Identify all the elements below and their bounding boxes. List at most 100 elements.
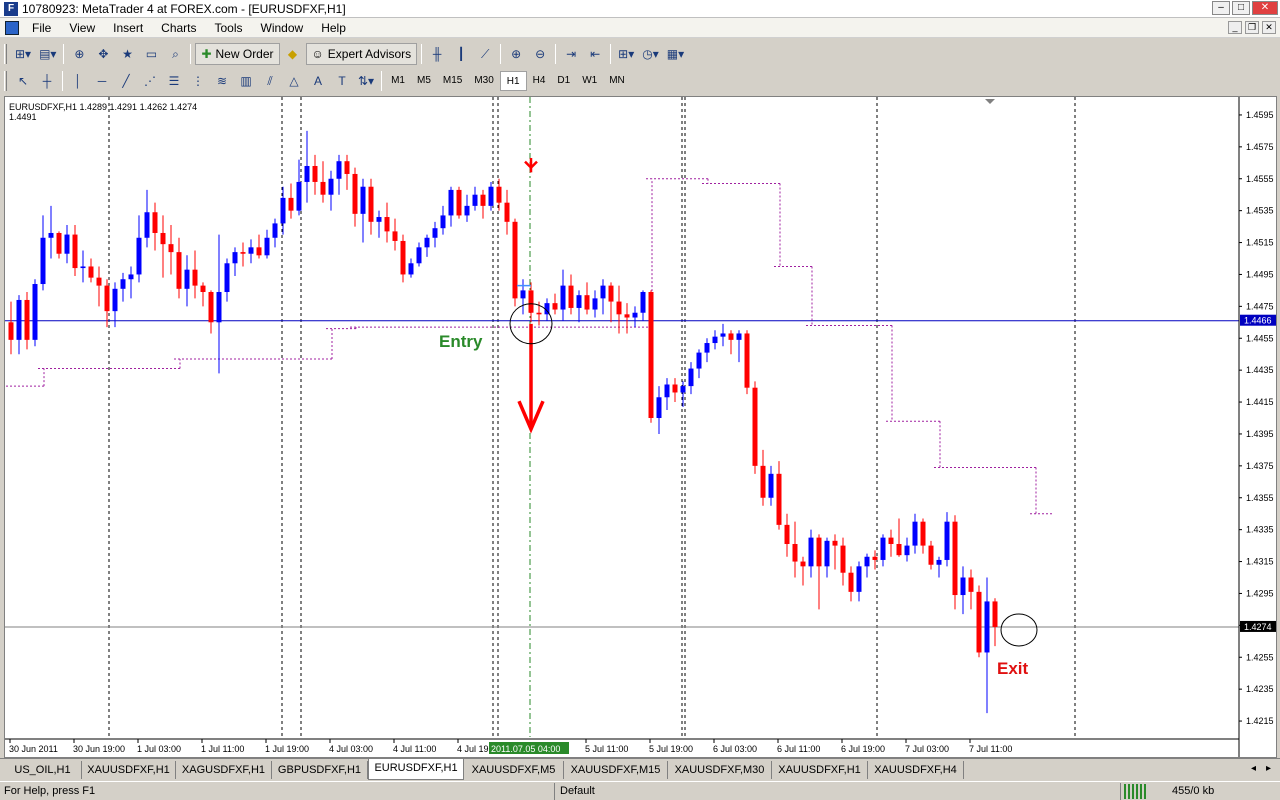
menu-tools[interactable]: Tools <box>206 21 252 35</box>
mdi-minimize-button[interactable]: _ <box>1228 21 1242 34</box>
shapes-icon[interactable]: △ <box>283 70 305 92</box>
crosshair-icon[interactable]: ┼ <box>36 70 58 92</box>
menu-help[interactable]: Help <box>312 21 355 35</box>
candle-body <box>520 290 526 299</box>
fibonacci-retracement-icon[interactable]: ☰ <box>163 70 185 92</box>
maximize-button[interactable]: □ <box>1232 1 1250 15</box>
chart-shift-icon[interactable]: ⇤ <box>584 43 606 65</box>
candle-body <box>744 333 750 388</box>
tab-xauusdfxf-h1[interactable]: XAUUSDFXF,H1 <box>82 761 176 779</box>
tab-eurusdfxf-h1[interactable]: EURUSDFXF,H1 <box>368 759 464 780</box>
fibonacci-fan-icon[interactable]: ⋮ <box>187 70 209 92</box>
text-label-icon[interactable]: T <box>331 70 353 92</box>
metaeditor-icon[interactable]: ◆ <box>282 43 304 65</box>
timeframe-d1-button[interactable]: D1 <box>551 71 576 91</box>
candle-body <box>376 217 382 222</box>
periods-icon[interactable]: ◷▾ <box>639 43 662 65</box>
tab-scroll-right-icon[interactable]: ▸ <box>1266 763 1271 774</box>
navigator-icon[interactable]: ★ <box>116 43 138 65</box>
tab-xauusdfxf-m5[interactable]: XAUUSDFXF,M5 <box>464 761 564 779</box>
new-order-button[interactable]: ✚ New Order <box>195 43 280 65</box>
market-watch-icon[interactable]: ⊕ <box>68 43 90 65</box>
candle-body <box>176 252 182 289</box>
auto-scroll-icon[interactable]: ⇥ <box>560 43 582 65</box>
tab-xauusdfxf-h1-2[interactable]: XAUUSDFXF,H1 <box>772 761 868 779</box>
templates-icon[interactable]: ▦▾ <box>664 43 687 65</box>
candle-body <box>512 221 518 299</box>
bar-chart-icon[interactable]: ╫ <box>426 43 448 65</box>
candle-body <box>344 161 350 174</box>
channel-icon[interactable]: ⫽ <box>259 70 281 92</box>
menu-insert[interactable]: Insert <box>104 21 152 35</box>
candle-body <box>680 386 686 393</box>
tab-xagusdfxf-h1[interactable]: XAGUSDFXF,H1 <box>176 761 272 779</box>
minimize-button[interactable]: – <box>1212 1 1230 15</box>
mdi-restore-button[interactable]: ❐ <box>1245 21 1259 34</box>
tab-xauusdfxf-m30[interactable]: XAUUSDFXF,M30 <box>668 761 772 779</box>
new-chart-icon[interactable]: ⊞▾ <box>12 43 34 65</box>
candle-body <box>736 333 742 340</box>
terminal-icon[interactable]: ▭ <box>140 43 162 65</box>
time-tick-label: 4 Jul 03:00 <box>329 744 373 754</box>
timeframe-h4-button[interactable]: H4 <box>527 71 552 91</box>
fibonacci-arcs-icon[interactable]: ≋ <box>211 70 233 92</box>
indicators-icon[interactable]: ⊞▾ <box>615 43 637 65</box>
candle-body <box>72 234 78 269</box>
timeframe-w1-button[interactable]: W1 <box>576 71 603 91</box>
candle-body <box>336 161 342 179</box>
candlestick-chart[interactable]: Entry Exit EURUSDFXF,H1 1.4289 1.4291 1.42… <box>5 97 1276 757</box>
tab-scroll-left-icon[interactable]: ◂ <box>1251 763 1256 774</box>
horizontal-line-icon[interactable]: ─ <box>91 70 113 92</box>
tab-gbpusdfxf-h1[interactable]: GBPUSDFXF,H1 <box>272 761 368 779</box>
toolbar-separator <box>190 44 192 64</box>
candle-body <box>184 269 190 289</box>
candle-body <box>368 186 374 222</box>
candle-body <box>312 165 318 182</box>
trendline-icon[interactable]: ╱ <box>115 70 137 92</box>
chart-window[interactable]: Entry Exit EURUSDFXF,H1 1.4289 1.4291 1.42… <box>4 96 1277 758</box>
tab-xauusdfxf-h4[interactable]: XAUUSDFXF,H4 <box>868 761 964 779</box>
text-icon[interactable]: A <box>307 70 329 92</box>
timeframe-h1-button[interactable]: H1 <box>499 71 527 91</box>
menu-window[interactable]: Window <box>252 21 313 35</box>
menu-file[interactable]: File <box>23 21 60 35</box>
time-tick-label: 30 Jun 2011 <box>9 744 58 754</box>
menu-charts[interactable]: Charts <box>152 21 205 35</box>
candlesticks-icon[interactable]: ┃ <box>450 43 472 65</box>
candle-body <box>920 521 926 546</box>
candle-body <box>888 537 894 545</box>
candle-body <box>616 301 622 315</box>
zoom-out-icon[interactable]: ⊖ <box>529 43 551 65</box>
strategy-tester-icon[interactable]: ⌕ <box>164 43 186 65</box>
menu-view[interactable]: View <box>60 21 104 35</box>
mdi-close-button[interactable]: ✕ <box>1262 21 1276 34</box>
price-tick-label: 1.4595 <box>1246 110 1274 120</box>
candle-body <box>624 314 630 318</box>
chart-document-icon[interactable] <box>5 20 19 35</box>
close-button[interactable]: ✕ <box>1252 1 1278 15</box>
timeframe-mn-button[interactable]: MN <box>603 71 631 91</box>
line-chart-icon[interactable]: ⟋ <box>474 43 496 65</box>
tab-us-oil-h1[interactable]: US_OIL,H1 <box>4 761 82 779</box>
andrews-pitchfork-icon[interactable]: ⋰ <box>139 70 161 92</box>
candle-body <box>560 285 566 310</box>
tab-xauusdfxf-m15[interactable]: XAUUSDFXF,M15 <box>564 761 668 779</box>
zoom-in-icon[interactable]: ⊕ <box>505 43 527 65</box>
profiles-icon[interactable]: ▤▾ <box>36 43 59 65</box>
timeframe-m15-button[interactable]: M15 <box>437 71 468 91</box>
gann-line-icon[interactable]: ▥ <box>235 70 257 92</box>
vertical-line-icon[interactable]: │ <box>67 70 89 92</box>
candle-body <box>136 237 142 275</box>
timeframe-m5-button[interactable]: M5 <box>411 71 437 91</box>
data-window-icon[interactable]: ✥ <box>92 43 114 65</box>
cursor-icon[interactable]: ↖ <box>12 70 34 92</box>
timeframe-m30-button[interactable]: M30 <box>468 71 499 91</box>
candle-body <box>952 521 958 596</box>
candle-body <box>656 397 662 418</box>
expert-advisors-button[interactable]: ☺ Expert Advisors <box>305 43 418 65</box>
time-tick-label: 1 Jul 19:00 <box>265 744 309 754</box>
candle-body <box>896 544 902 556</box>
arrows-icon[interactable]: ⇅▾ <box>355 70 377 92</box>
timeframe-m1-button[interactable]: M1 <box>385 71 411 91</box>
candle-body <box>824 540 830 567</box>
